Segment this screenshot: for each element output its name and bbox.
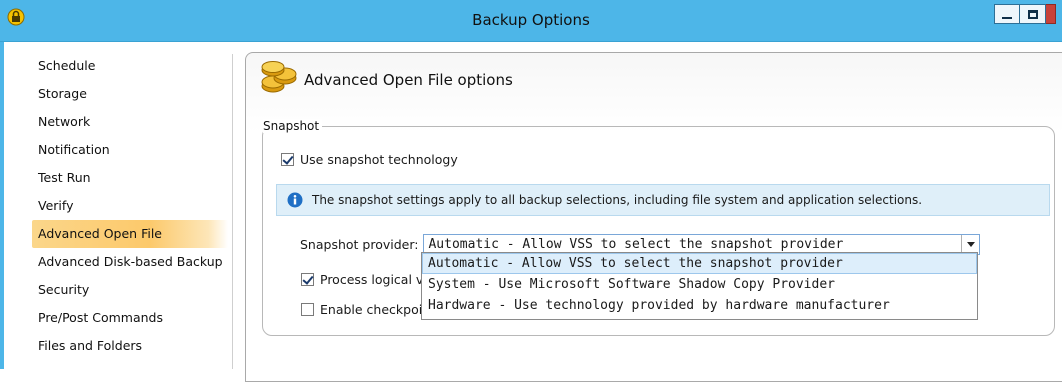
close-button[interactable] bbox=[1046, 4, 1056, 24]
process-logical-row: Process logical v bbox=[301, 272, 423, 287]
use-snapshot-label: Use snapshot technology bbox=[300, 152, 458, 167]
window-left-border bbox=[0, 42, 4, 369]
sidebar-item-network[interactable]: Network bbox=[32, 108, 228, 136]
sidebar-item-files-and-folders[interactable]: Files and Folders bbox=[32, 332, 228, 360]
sidebar-divider bbox=[232, 54, 233, 369]
snapshot-provider-dropdown: Automatic - Allow VSS to select the snap… bbox=[421, 252, 978, 320]
enable-checkpoint-label: Enable checkpoi bbox=[320, 302, 423, 317]
sidebar-item-security[interactable]: Security bbox=[32, 276, 228, 304]
use-snapshot-row: Use snapshot technology bbox=[281, 152, 458, 167]
options-panel: Advanced Open File options Snapshot Use … bbox=[245, 52, 1062, 382]
panel-title: Advanced Open File options bbox=[304, 71, 513, 89]
minimize-button[interactable] bbox=[994, 4, 1020, 24]
coins-icon bbox=[261, 61, 297, 93]
sidebar-item-storage[interactable]: Storage bbox=[32, 80, 228, 108]
sidebar-item-advanced-disk-based-backup[interactable]: Advanced Disk-based Backup bbox=[32, 248, 228, 276]
window-title: Backup Options bbox=[472, 11, 590, 29]
snapshot-provider-label: Snapshot provider: bbox=[300, 237, 419, 252]
sidebar-nav: Schedule Storage Network Notification Te… bbox=[32, 52, 228, 360]
maximize-button[interactable] bbox=[1020, 4, 1046, 24]
sidebar-item-pre-post-commands[interactable]: Pre/Post Commands bbox=[32, 304, 228, 332]
enable-checkpoint-row: Enable checkpoi bbox=[301, 302, 422, 317]
title-bar: Backup Options bbox=[0, 0, 1062, 42]
chevron-down-icon bbox=[966, 242, 975, 247]
sidebar-item-schedule[interactable]: Schedule bbox=[32, 52, 228, 80]
window-controls bbox=[994, 4, 1056, 24]
sidebar-item-verify[interactable]: Verify bbox=[32, 192, 228, 220]
process-logical-label: Process logical v bbox=[320, 272, 424, 287]
sidebar-item-notification[interactable]: Notification bbox=[32, 136, 228, 164]
sidebar-item-test-run[interactable]: Test Run bbox=[32, 164, 228, 192]
info-text: The snapshot settings apply to all backu… bbox=[312, 193, 923, 207]
use-snapshot-checkbox[interactable] bbox=[281, 153, 294, 166]
snapshot-group-label: Snapshot bbox=[263, 119, 323, 133]
process-logical-checkbox[interactable] bbox=[301, 273, 314, 286]
info-icon bbox=[287, 192, 303, 208]
provider-option-system[interactable]: System - Use Microsoft Software Shadow C… bbox=[422, 274, 977, 295]
snapshot-provider-value: Automatic - Allow VSS to select the snap… bbox=[428, 237, 844, 252]
panel-header: Advanced Open File options bbox=[260, 61, 513, 95]
minimize-icon bbox=[1002, 16, 1012, 19]
info-banner: The snapshot settings apply to all backu… bbox=[276, 184, 1050, 216]
sidebar-item-advanced-open-file[interactable]: Advanced Open File bbox=[32, 220, 228, 248]
enable-checkpoint-checkbox[interactable] bbox=[301, 303, 314, 316]
maximize-icon bbox=[1027, 9, 1038, 19]
provider-option-hardware[interactable]: Hardware - Use technology provided by ha… bbox=[422, 295, 977, 316]
provider-option-automatic[interactable]: Automatic - Allow VSS to select the snap… bbox=[422, 253, 977, 274]
